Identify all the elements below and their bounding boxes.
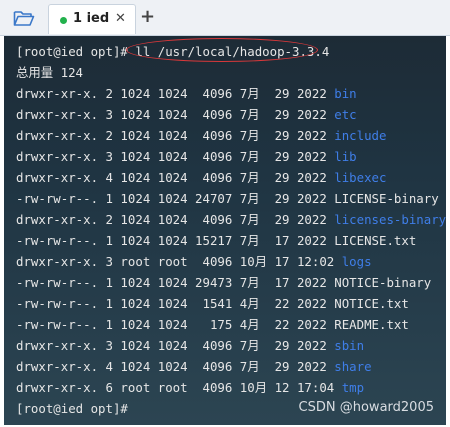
directory-name: etc xyxy=(334,107,357,122)
directory-name: sbin xyxy=(334,338,365,353)
total-line: 总用量 124 xyxy=(16,65,84,80)
entry-metadata: -rw-rw-r--. 1 1024 1024 175 4月 22 2022 xyxy=(16,317,335,332)
listing-entry: drwxr-xr-x. 2 1024 1024 4096 7月 29 2022 … xyxy=(16,209,446,230)
directory-name: tmp xyxy=(341,380,365,395)
entry-metadata: drwxr-xr-x. 2 1024 1024 4096 7月 29 2022 xyxy=(16,86,335,101)
listing-entry: drwxr-xr-x. 3 1024 1024 4096 7月 29 2022 … xyxy=(16,146,357,167)
directory-name: logs xyxy=(341,254,372,269)
listing-entry: drwxr-xr-x. 2 1024 1024 4096 7月 29 2022 … xyxy=(16,125,386,146)
listing-entry: drwxr-xr-x. 3 root root 4096 10月 17 12:0… xyxy=(16,251,372,272)
listing-entry: -rw-rw-r--. 1 1024 1024 175 4月 22 2022 R… xyxy=(16,314,409,335)
listing-entry: -rw-rw-r--. 1 1024 1024 29473 7月 17 2022… xyxy=(16,272,431,293)
entry-metadata: drwxr-xr-x. 4 1024 1024 4096 7月 29 2022 xyxy=(16,170,335,185)
entry-metadata: drwxr-xr-x. 3 1024 1024 4096 7月 29 2022 xyxy=(16,149,335,164)
directory-name: bin xyxy=(334,86,357,101)
directory-name: libexec xyxy=(334,170,387,185)
prompt: [root@ied opt]# xyxy=(16,401,128,416)
file-name: NOTICE.txt xyxy=(334,296,409,311)
entry-metadata: drwxr-xr-x. 2 1024 1024 4096 7月 29 2022 xyxy=(16,128,335,143)
entry-metadata: drwxr-xr-x. 6 root root 4096 10月 12 17:0… xyxy=(16,380,342,395)
listing-entry: drwxr-xr-x. 6 root root 4096 10月 12 17:0… xyxy=(16,377,364,398)
tab-session[interactable]: 1 ied ✕ xyxy=(48,4,136,34)
entry-metadata: drwxr-xr-x. 4 1024 1024 4096 7月 29 2022 xyxy=(16,359,335,374)
listing-entry: drwxr-xr-x. 2 1024 1024 4096 7月 29 2022 … xyxy=(16,83,357,104)
watermark: CSDN @howard2005 xyxy=(298,400,434,415)
connection-status-dot xyxy=(60,17,67,24)
directory-name: lib xyxy=(334,149,357,164)
terminal-output[interactable]: [root@ied opt]# ll /usr/local/hadoop-3.3… xyxy=(4,36,446,425)
listing-entry: -rw-rw-r--. 1 1024 1024 15217 7月 17 2022… xyxy=(16,230,416,251)
folder-open-icon[interactable] xyxy=(12,8,36,28)
listing-entry: drwxr-xr-x. 4 1024 1024 4096 7月 29 2022 … xyxy=(16,356,372,377)
directory-name: share xyxy=(334,359,372,374)
entry-metadata: -rw-rw-r--. 1 1024 1024 29473 7月 17 2022 xyxy=(16,275,335,290)
entry-metadata: drwxr-xr-x. 2 1024 1024 4096 7月 29 2022 xyxy=(16,212,335,227)
entry-metadata: drwxr-xr-x. 3 1024 1024 4096 7月 29 2022 xyxy=(16,338,335,353)
file-name: LICENSE.txt xyxy=(334,233,417,248)
entry-metadata: -rw-rw-r--. 1 1024 1024 24707 7月 29 2022 xyxy=(16,191,335,206)
file-name: NOTICE-binary xyxy=(334,275,432,290)
listing-entry: drwxr-xr-x. 3 1024 1024 4096 7月 29 2022 … xyxy=(16,335,364,356)
file-name: README.txt xyxy=(334,317,409,332)
directory-name: include xyxy=(334,128,387,143)
new-tab-button[interactable]: + xyxy=(140,6,155,27)
prompt: [root@ied opt]# xyxy=(16,44,136,59)
listing-entry: -rw-rw-r--. 1 1024 1024 1541 4月 22 2022 … xyxy=(16,293,409,314)
annotation-highlight-ellipse xyxy=(126,38,318,62)
close-icon[interactable]: ✕ xyxy=(115,11,126,26)
listing-entry: -rw-rw-r--. 1 1024 1024 24707 7月 29 2022… xyxy=(16,188,439,209)
directory-name: licenses-binary xyxy=(334,212,446,227)
tab-label: 1 ied xyxy=(73,11,110,26)
listing-entry: drwxr-xr-x. 3 1024 1024 4096 7月 29 2022 … xyxy=(16,104,357,125)
listing-entry: drwxr-xr-x. 4 1024 1024 4096 7月 29 2022 … xyxy=(16,167,386,188)
entry-metadata: drwxr-xr-x. 3 1024 1024 4096 7月 29 2022 xyxy=(16,107,335,122)
entry-metadata: drwxr-xr-x. 3 root root 4096 10月 17 12:0… xyxy=(16,254,342,269)
entry-metadata: -rw-rw-r--. 1 1024 1024 15217 7月 17 2022 xyxy=(16,233,335,248)
file-name: LICENSE-binary xyxy=(334,191,439,206)
terminal-prompt-line: [root@ied opt]# xyxy=(16,398,128,419)
tab-bar: 1 ied ✕ + xyxy=(0,0,450,36)
entry-metadata: -rw-rw-r--. 1 1024 1024 1541 4月 22 2022 xyxy=(16,296,335,311)
